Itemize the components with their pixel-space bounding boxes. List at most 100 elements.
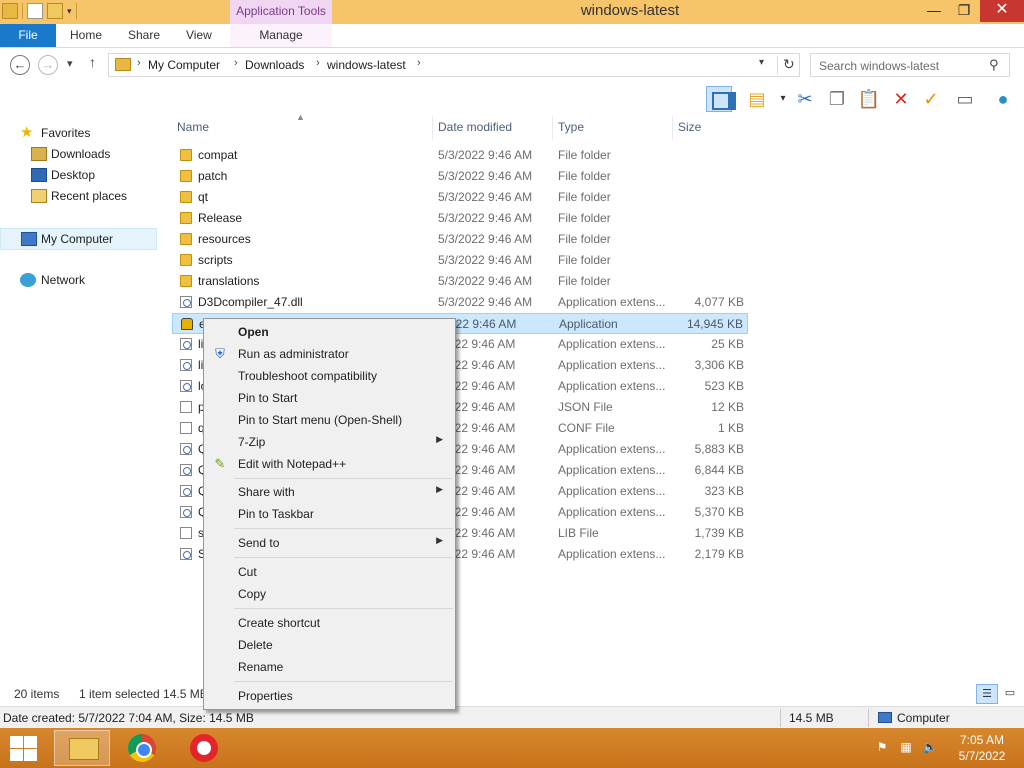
menu-item-7-zip[interactable]: 7-Zip ▶ <box>206 431 453 453</box>
preview-pane-icon[interactable] <box>706 86 736 112</box>
file-type: Application extens... <box>558 463 666 477</box>
delete-icon[interactable]: ✕ <box>888 86 914 112</box>
menu-item-pin-to-start-menu[interactable]: Pin to Start menu (Open-Shell) <box>206 409 453 431</box>
folder-options-icon[interactable]: ▤ <box>744 86 770 112</box>
sidebar-item-desktop[interactable]: Desktop <box>0 165 157 187</box>
column-divider[interactable] <box>432 116 433 140</box>
start-button[interactable] <box>8 734 38 762</box>
details-view-button[interactable]: ☰ <box>976 684 998 704</box>
file-row[interactable]: compat 5/3/2022 9:46 AM File folder <box>172 145 748 166</box>
file-type: LIB File <box>558 526 599 540</box>
address-bar[interactable]: › My Computer › Downloads › windows-late… <box>108 53 800 77</box>
menu-separator <box>234 608 453 609</box>
file-size: 14,945 KB <box>686 317 743 331</box>
minimize-button[interactable]: — <box>920 0 948 22</box>
menu-item-send-to[interactable]: Send to ▶ <box>206 532 453 554</box>
maximize-button[interactable]: ❐ <box>950 0 978 22</box>
system-clock[interactable]: 7:05 AM 5/7/2022 <box>950 732 1014 764</box>
taskbar-chrome[interactable] <box>114 730 170 766</box>
menu-item-delete[interactable]: Delete <box>206 634 453 656</box>
menu-item-share-with[interactable]: Share with ▶ <box>206 481 453 503</box>
back-button[interactable]: ← <box>10 55 30 75</box>
close-button[interactable]: ✕ <box>980 0 1024 22</box>
folder-icon <box>2 3 18 19</box>
column-header-size[interactable]: Size <box>678 120 701 134</box>
tab-share[interactable]: Share <box>128 24 160 47</box>
sidebar-item-my-computer[interactable]: My Computer <box>0 228 157 250</box>
search-icon[interactable]: ⚲ <box>989 57 999 73</box>
column-header-name[interactable]: Name <box>177 120 209 134</box>
taskbar-recorder[interactable] <box>176 730 232 766</box>
date-created-info: Date created: 5/7/2022 7:04 AM, Size: 14… <box>3 711 254 725</box>
size-info: 14.5 MB <box>789 711 834 725</box>
file-row[interactable]: Release 5/3/2022 9:46 AM File folder <box>172 208 748 229</box>
file-row[interactable]: resources 5/3/2022 9:46 AM File folder <box>172 229 748 250</box>
refresh-icon[interactable]: ↻ <box>783 56 795 73</box>
menu-item-label: Pin to Taskbar <box>238 507 314 521</box>
quick-access-toolbar: ▾ <box>2 3 77 19</box>
taskbar-file-explorer[interactable] <box>54 730 110 766</box>
breadcrumb-chevron-icon[interactable]: › <box>417 57 421 69</box>
file-row[interactable]: D3Dcompiler_47.dll 5/3/2022 9:46 AM Applic… <box>172 292 748 313</box>
breadcrumb-chevron-icon[interactable]: › <box>137 57 141 69</box>
select-all-icon[interactable]: ✓ <box>918 86 944 112</box>
new-folder-icon[interactable] <box>47 3 63 19</box>
submenu-arrow-icon: ▶ <box>436 535 443 545</box>
menu-item-create-shortcut[interactable]: Create shortcut <box>206 612 453 634</box>
breadcrumb-chevron-icon[interactable]: › <box>234 57 238 69</box>
column-divider[interactable] <box>552 116 553 140</box>
column-divider[interactable] <box>672 116 673 140</box>
breadcrumb-chevron-icon[interactable]: › <box>316 57 320 69</box>
sidebar-item-downloads[interactable]: Downloads <box>0 144 157 166</box>
menu-item-edit-with-notepad[interactable]: ✎ Edit with Notepad++ <box>206 453 453 475</box>
network-drive-icon[interactable]: ● <box>990 86 1016 112</box>
folder-icon <box>180 212 192 224</box>
large-icons-view-button[interactable]: ▭ <box>999 684 1021 704</box>
address-history-dropdown-icon[interactable]: ▾ <box>759 57 764 68</box>
tab-home[interactable]: Home <box>70 24 102 47</box>
sidebar-item-recent-places[interactable]: Recent places <box>0 186 157 208</box>
column-header-type[interactable]: Type <box>558 120 584 134</box>
menu-item-cut[interactable]: Cut <box>206 561 453 583</box>
up-button[interactable]: ↑ <box>89 54 96 70</box>
tab-manage[interactable]: Manage <box>230 24 332 47</box>
file-row[interactable]: patch 5/3/2022 9:46 AM File folder <box>172 166 748 187</box>
tab-view[interactable]: View <box>186 24 212 47</box>
customize-quick-access-chevron-icon[interactable]: ▾ <box>67 6 72 17</box>
copy-icon[interactable]: ❐ <box>824 86 850 112</box>
breadcrumb-downloads[interactable]: Downloads <box>245 58 304 72</box>
file-row[interactable]: translations 5/3/2022 9:46 AM File folder <box>172 271 748 292</box>
menu-separator <box>234 681 453 682</box>
properties-icon[interactable] <box>27 3 43 19</box>
network-status-icon[interactable]: ▦ <box>898 740 914 756</box>
dll-file-icon <box>180 359 192 371</box>
file-row[interactable]: qt 5/3/2022 9:46 AM File folder <box>172 187 748 208</box>
tab-file[interactable]: File <box>0 24 56 47</box>
recent-locations-chevron-icon[interactable]: ▾ <box>67 57 73 70</box>
action-center-flag-icon[interactable]: ⚑ <box>874 740 890 756</box>
menu-item-pin-to-taskbar[interactable]: Pin to Taskbar <box>206 503 453 525</box>
breadcrumb-windows-latest[interactable]: windows-latest <box>327 58 406 72</box>
sidebar-item-favorites[interactable]: ★ Favorites <box>0 123 157 145</box>
menu-item-copy[interactable]: Copy <box>206 583 453 605</box>
forward-button[interactable]: → <box>38 55 58 75</box>
cut-icon[interactable]: ✂ <box>792 86 818 112</box>
menu-separator <box>234 528 453 529</box>
search-input[interactable]: Search windows-latest ⚲ <box>810 53 1010 77</box>
menu-item-pin-to-start[interactable]: Pin to Start <box>206 387 453 409</box>
selection-info: 1 item selected 14.5 MB <box>79 687 208 701</box>
menu-item-open[interactable]: Open <box>206 321 453 343</box>
sidebar-item-network[interactable]: Network <box>0 270 157 292</box>
paste-icon[interactable]: 📋 <box>856 86 882 112</box>
volume-muted-icon[interactable]: 🔈 <box>922 740 938 756</box>
breadcrumb-my-computer[interactable]: My Computer <box>148 58 220 72</box>
properties-icon[interactable]: ▭ <box>952 86 978 112</box>
menu-item-troubleshoot-compatibility[interactable]: Troubleshoot compatibility <box>206 365 453 387</box>
menu-item-run-as-administrator[interactable]: ⛨ Run as administrator <box>206 343 453 365</box>
menu-item-properties[interactable]: Properties <box>206 685 453 707</box>
file-row[interactable]: scripts 5/3/2022 9:46 AM File folder <box>172 250 748 271</box>
menu-item-rename[interactable]: Rename <box>206 656 453 678</box>
windows-logo-icon <box>10 736 23 748</box>
divider <box>868 709 869 727</box>
column-header-date-modified[interactable]: Date modified <box>438 120 512 134</box>
